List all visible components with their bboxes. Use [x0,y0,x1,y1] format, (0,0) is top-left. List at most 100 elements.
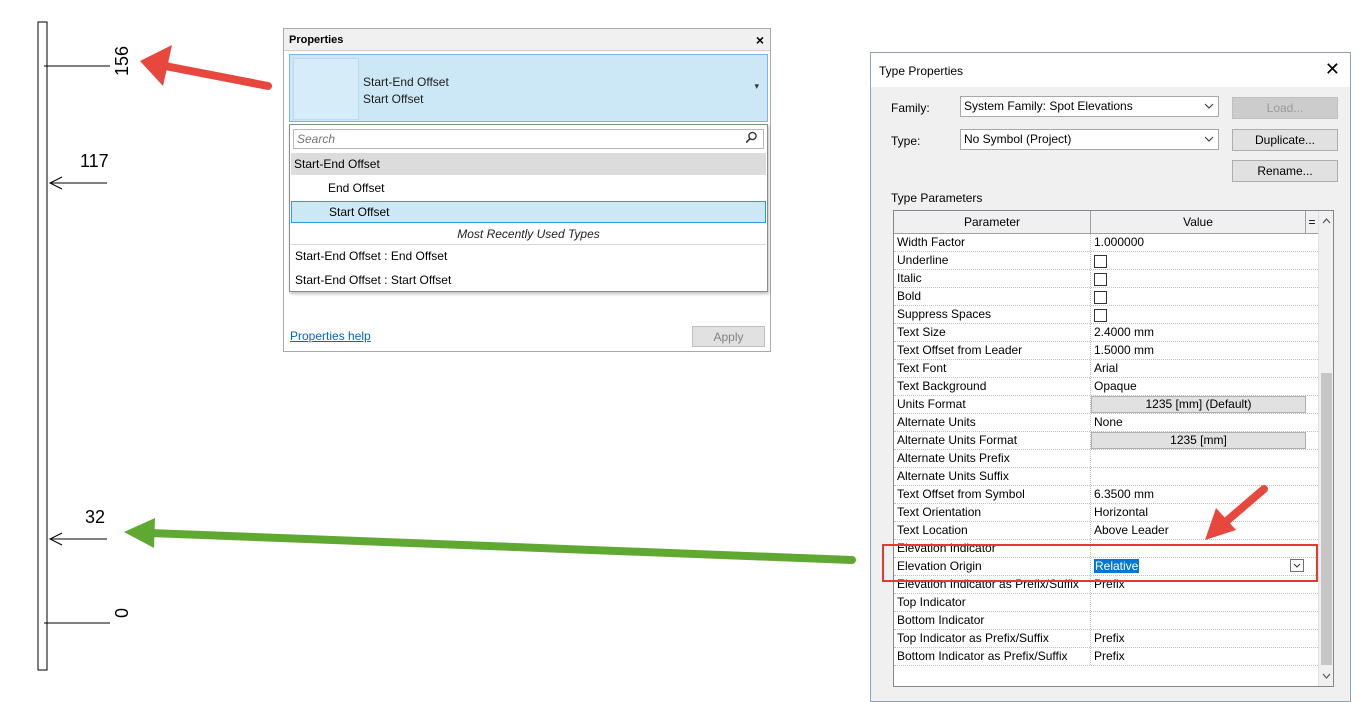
table-row[interactable]: Text Orientation Horizontal [894,504,1318,522]
parameter-name: Text Location [894,522,1091,539]
parameter-checkbox-cell[interactable] [1091,270,1306,287]
checkbox[interactable] [1094,309,1107,322]
load-button[interactable]: Load... [1232,97,1338,119]
parameter-name: Text Size [894,324,1091,341]
column-header-parameter[interactable]: Parameter [894,211,1091,233]
elevation-label-32: 32 [85,507,106,527]
dialog-title: Type Properties [879,64,964,78]
table-row[interactable]: Top Indicator as Prefix/Suffix Prefix [894,630,1318,648]
dialog-title-bar: Type Properties ✕ [871,53,1350,87]
table-row[interactable]: Bottom Indicator [894,612,1318,630]
parameter-value[interactable] [1091,450,1306,467]
formula-cell [1306,612,1318,630]
apply-button[interactable]: Apply [692,326,765,347]
parameter-value[interactable]: Prefix [1091,648,1306,665]
vertical-scrollbar[interactable] [1318,211,1333,686]
table-row[interactable]: Italic [894,270,1318,288]
parameter-value-button[interactable]: 1235 [mm] [1091,432,1306,449]
formula-cell [1306,414,1318,432]
elevation-label-0: 0 [112,608,132,619]
checkbox[interactable] [1094,273,1107,286]
type-search-box[interactable] [293,129,764,149]
family-select[interactable]: System Family: Spot Elevations [960,96,1219,117]
checkbox[interactable] [1094,291,1107,304]
parameter-value[interactable]: Prefix [1091,630,1306,647]
table-row[interactable]: Alternate Units Format 1235 [mm] [894,432,1318,450]
column-header-value[interactable]: Value [1091,211,1306,233]
parameter-value[interactable]: 1.5000 mm [1091,342,1306,359]
family-label: Family: [891,101,930,115]
search-input[interactable] [297,132,737,146]
parameter-value[interactable]: Opaque [1091,378,1306,395]
parameter-value[interactable]: 2.4000 mm [1091,324,1306,341]
close-icon[interactable]: × [756,29,764,51]
type-selector-type: Start Offset [363,92,424,106]
elevation-label-156: 156 [112,45,132,76]
formula-cell [1306,324,1318,342]
scrollbar-thumb[interactable] [1321,373,1332,665]
parameter-checkbox-cell[interactable] [1091,288,1306,305]
table-row[interactable]: Suppress Spaces [894,306,1318,324]
table-row[interactable]: Alternate Units Suffix [894,468,1318,486]
formula-cell [1306,486,1318,504]
table-row[interactable]: Text Background Opaque [894,378,1318,396]
search-icon[interactable] [745,131,758,147]
rename-button[interactable]: Rename... [1232,160,1338,182]
formula-cell [1306,252,1318,270]
scroll-down-icon[interactable] [1319,668,1333,684]
parameter-checkbox-cell[interactable] [1091,306,1306,323]
table-row[interactable]: Text Size 2.4000 mm [894,324,1318,342]
table-row[interactable]: Bold [894,288,1318,306]
parameter-name: Bottom Indicator as Prefix/Suffix [894,648,1091,665]
dropdown-group-start-end-offset[interactable]: Start-End Offset [291,153,766,175]
parameter-value[interactable]: Above Leader [1091,522,1306,539]
table-row[interactable]: Top Indicator [894,594,1318,612]
properties-title: Properties [289,34,344,46]
parameter-name: Text Offset from Symbol [894,486,1091,503]
table-row[interactable]: Units Format 1235 [mm] (Default) [894,396,1318,414]
parameter-name: Text Orientation [894,504,1091,521]
parameter-value[interactable]: Horizontal [1091,504,1306,521]
table-row[interactable]: Text Location Above Leader [894,522,1318,540]
close-icon[interactable]: ✕ [1325,59,1340,80]
parameter-value-button[interactable]: 1235 [mm] (Default) [1091,396,1306,413]
parameter-value[interactable] [1091,612,1306,629]
table-row[interactable]: Text Offset from Leader 1.5000 mm [894,342,1318,360]
parameter-name: Text Background [894,378,1091,395]
parameter-value[interactable]: 6.3500 mm [1091,486,1306,503]
scroll-up-icon[interactable] [1319,213,1333,229]
dropdown-item-start-offset[interactable]: Start Offset [291,201,766,223]
type-selector[interactable]: Start-End Offset Start Offset ▾ [289,54,768,122]
table-row[interactable]: Alternate Units None [894,414,1318,432]
parameter-name: Units Format [894,396,1091,413]
table-row[interactable]: Text Offset from Symbol 6.3500 mm [894,486,1318,504]
parameter-value[interactable] [1091,594,1306,611]
table-row[interactable]: Text Font Arial [894,360,1318,378]
duplicate-button[interactable]: Duplicate... [1232,129,1338,151]
parameter-value[interactable] [1091,468,1306,485]
parameter-value[interactable]: Arial [1091,360,1306,377]
type-parameters-grid: Parameter Value = Width Factor 1.000000 Un… [893,210,1334,687]
mru-item-start-offset[interactable]: Start-End Offset : Start Offset [291,269,766,291]
table-row[interactable]: Underline [894,252,1318,270]
parameter-checkbox-cell[interactable] [1091,252,1306,269]
parameter-name: Width Factor [894,234,1091,251]
parameter-name: Text Font [894,360,1091,377]
parameter-value[interactable]: 1.000000 [1091,234,1306,251]
formula-cell [1306,360,1318,378]
mru-item-end-offset[interactable]: Start-End Offset : End Offset [291,245,766,267]
column-header-formula[interactable]: = [1306,211,1318,233]
parameter-value[interactable]: None [1091,414,1306,431]
checkbox[interactable] [1094,255,1107,268]
table-row[interactable]: Bottom Indicator as Prefix/Suffix Prefix [894,648,1318,666]
type-parameters-heading: Type Parameters [891,191,983,205]
dropdown-item-end-offset[interactable]: End Offset [291,177,766,199]
table-row[interactable]: Width Factor 1.000000 [894,234,1318,252]
formula-cell [1306,306,1318,324]
type-select[interactable]: No Symbol (Project) [960,129,1219,150]
chevron-down-icon[interactable]: ▾ [754,81,759,92]
formula-cell [1306,270,1318,288]
table-row[interactable]: Alternate Units Prefix [894,450,1318,468]
parameter-name: Underline [894,252,1091,269]
properties-help-link[interactable]: Properties help [290,329,371,343]
